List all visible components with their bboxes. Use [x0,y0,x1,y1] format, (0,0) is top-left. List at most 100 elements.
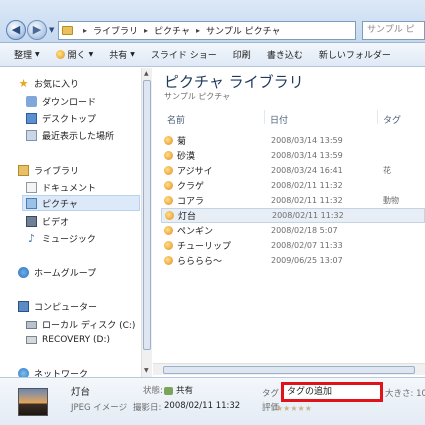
organize-button[interactable]: 整理 ▼ [14,48,40,61]
nav-videos[interactable]: ビデオ [26,215,69,228]
breadcrumb-library[interactable]: ライブラリ [93,24,138,37]
library-title: ピクチャ ライブラリ [164,73,304,91]
breadcrumb[interactable]: ▸ ライブラリ ▸ ピクチャ ▸ サンプル ピクチャ [58,21,356,40]
date-taken-label: 撮影日: [133,403,162,413]
lighthouse-thumbnail [18,388,48,416]
desktop-icon [26,113,37,124]
image-file-icon [165,211,174,220]
chevron-right-icon[interactable]: ▸ [144,26,148,35]
breadcrumb-pictures[interactable]: ピクチャ [154,24,190,37]
size-label: 大きさ: 10 [385,389,425,399]
image-file-icon [164,226,173,235]
image-file-icon [164,241,173,250]
file-row[interactable]: らららら～ 2009/06/25 13:07 [161,254,425,267]
nav-network[interactable]: ネットワーク [18,367,88,377]
nav-favorites[interactable]: ★ お気に入り [18,77,79,90]
breadcrumb-sample-pictures[interactable]: サンプル ピクチャ [206,24,281,37]
file-tag: 花 [383,166,391,175]
organize-label: 整理 [14,51,33,61]
image-file-icon [164,256,173,265]
file-row[interactable]: 菊 2008/03/14 13:59 [161,134,425,147]
file-row[interactable]: クラゲ 2008/02/11 11:32 [161,179,425,192]
file-name: コアラ [177,197,205,207]
share-button[interactable]: 共有 ▼ [109,48,135,61]
scroll-thumb[interactable] [163,366,415,374]
scroll-up-icon[interactable]: ▲ [144,70,149,77]
nav-label: ライブラリ [34,167,80,177]
open-button[interactable]: 開く ▼ [55,48,94,61]
caret-down-icon: ▼ [88,51,94,58]
file-name: ペンギン [177,227,214,237]
photo-viewer-icon [55,50,65,59]
forward-button[interactable]: ▶ [27,20,47,40]
folder-icon [62,26,73,35]
nav-libraries[interactable]: ライブラリ [18,164,79,177]
nav-documents[interactable]: ドキュメント [26,181,96,194]
file-row[interactable]: アジサイ 2008/03/24 16:41 花 [161,164,425,177]
drive-icon [26,336,37,344]
burn-button[interactable]: 書き込む [267,48,303,61]
back-button[interactable]: ◀ [6,20,26,40]
nav-recovery[interactable]: RECOVERY (D:) [26,335,110,345]
details-file-name: 灯台 [71,387,91,398]
file-row[interactable]: ペンギン 2008/02/18 5:07 [161,224,425,237]
history-dropdown-icon[interactable]: ▼ [49,26,54,34]
chevron-right-icon[interactable]: ▸ [83,26,87,35]
nav-music[interactable]: ♪ ミュージック [26,232,96,245]
drive-icon [26,320,37,329]
chevron-right-icon[interactable]: ▸ [196,26,200,35]
new-folder-button[interactable]: 新しいフォルダー [319,48,391,61]
file-name: クラゲ [177,182,205,192]
pictures-icon [26,197,37,209]
state-label: 状態: [143,386,163,396]
nav-recent[interactable]: 最近表示した場所 [26,129,114,142]
nav-local-disk[interactable]: ローカル ディスク (C:) [26,318,135,331]
scroll-thumb[interactable] [143,80,151,350]
column-header-name[interactable]: 名前 [167,113,185,126]
nav-label: ビデオ [42,218,70,228]
network-icon [18,368,29,377]
file-date: 2008/02/11 11:32 [271,181,343,190]
computer-icon [18,301,29,312]
share-icon [164,386,173,395]
search-input[interactable]: サンプル ピ [362,21,425,40]
state-value: 共有 [164,384,193,396]
file-row-selected[interactable]: 灯台 2008/02/11 11:32 [161,208,425,223]
tag-input[interactable]: タグの追加 [281,382,383,402]
slideshow-button[interactable]: スライド ショー [151,48,217,61]
nav-label: ネットワーク [34,370,89,377]
file-name: らららら～ [177,257,223,267]
scroll-down-icon[interactable]: ▼ [144,367,149,374]
file-name: チューリップ [177,242,232,252]
column-divider[interactable] [377,110,378,124]
nav-label: ローカル ディスク (C:) [42,321,136,331]
file-row[interactable]: チューリップ 2008/02/07 11:33 [161,239,425,252]
print-button[interactable]: 印刷 [233,48,251,61]
library-icon [18,165,29,176]
rating-stars[interactable]: ★★★★★ [276,404,312,413]
horizontal-scrollbar[interactable] [153,363,425,375]
nav-desktop[interactable]: デスクトップ [26,112,96,125]
nav-label: ダウンロード [42,98,97,108]
nav-scrollbar[interactable]: ▲ ▼ [141,68,152,377]
column-header-date[interactable]: 日付 [270,113,288,126]
nav-homegroup[interactable]: ホームグループ [18,266,96,279]
file-date: 2008/03/14 13:59 [271,136,343,145]
library-subtitle: サンプル ピクチャ [164,92,231,101]
star-icon: ★ [18,77,29,90]
nav-label: RECOVERY (D:) [42,335,111,345]
file-name: 砂漠 [177,152,196,162]
column-divider[interactable] [264,110,265,124]
date-taken-value: 2008/02/11 11:32 [164,401,241,411]
file-row[interactable]: 砂漠 2008/03/14 13:59 [161,149,425,162]
nav-downloads[interactable]: ダウンロード [26,95,96,108]
file-row[interactable]: コアラ 2008/02/11 11:32 動物 [161,194,425,207]
nav-computer[interactable]: コンピューター [18,300,97,313]
state-text: 共有 [176,386,194,396]
file-date: 2008/03/24 16:41 [271,166,343,175]
details-file-type: JPEG イメージ [71,403,128,413]
image-file-icon [164,136,173,145]
column-header-tag[interactable]: タグ [383,113,401,126]
nav-pictures[interactable]: ピクチャ [22,195,140,211]
image-file-icon [164,166,173,175]
